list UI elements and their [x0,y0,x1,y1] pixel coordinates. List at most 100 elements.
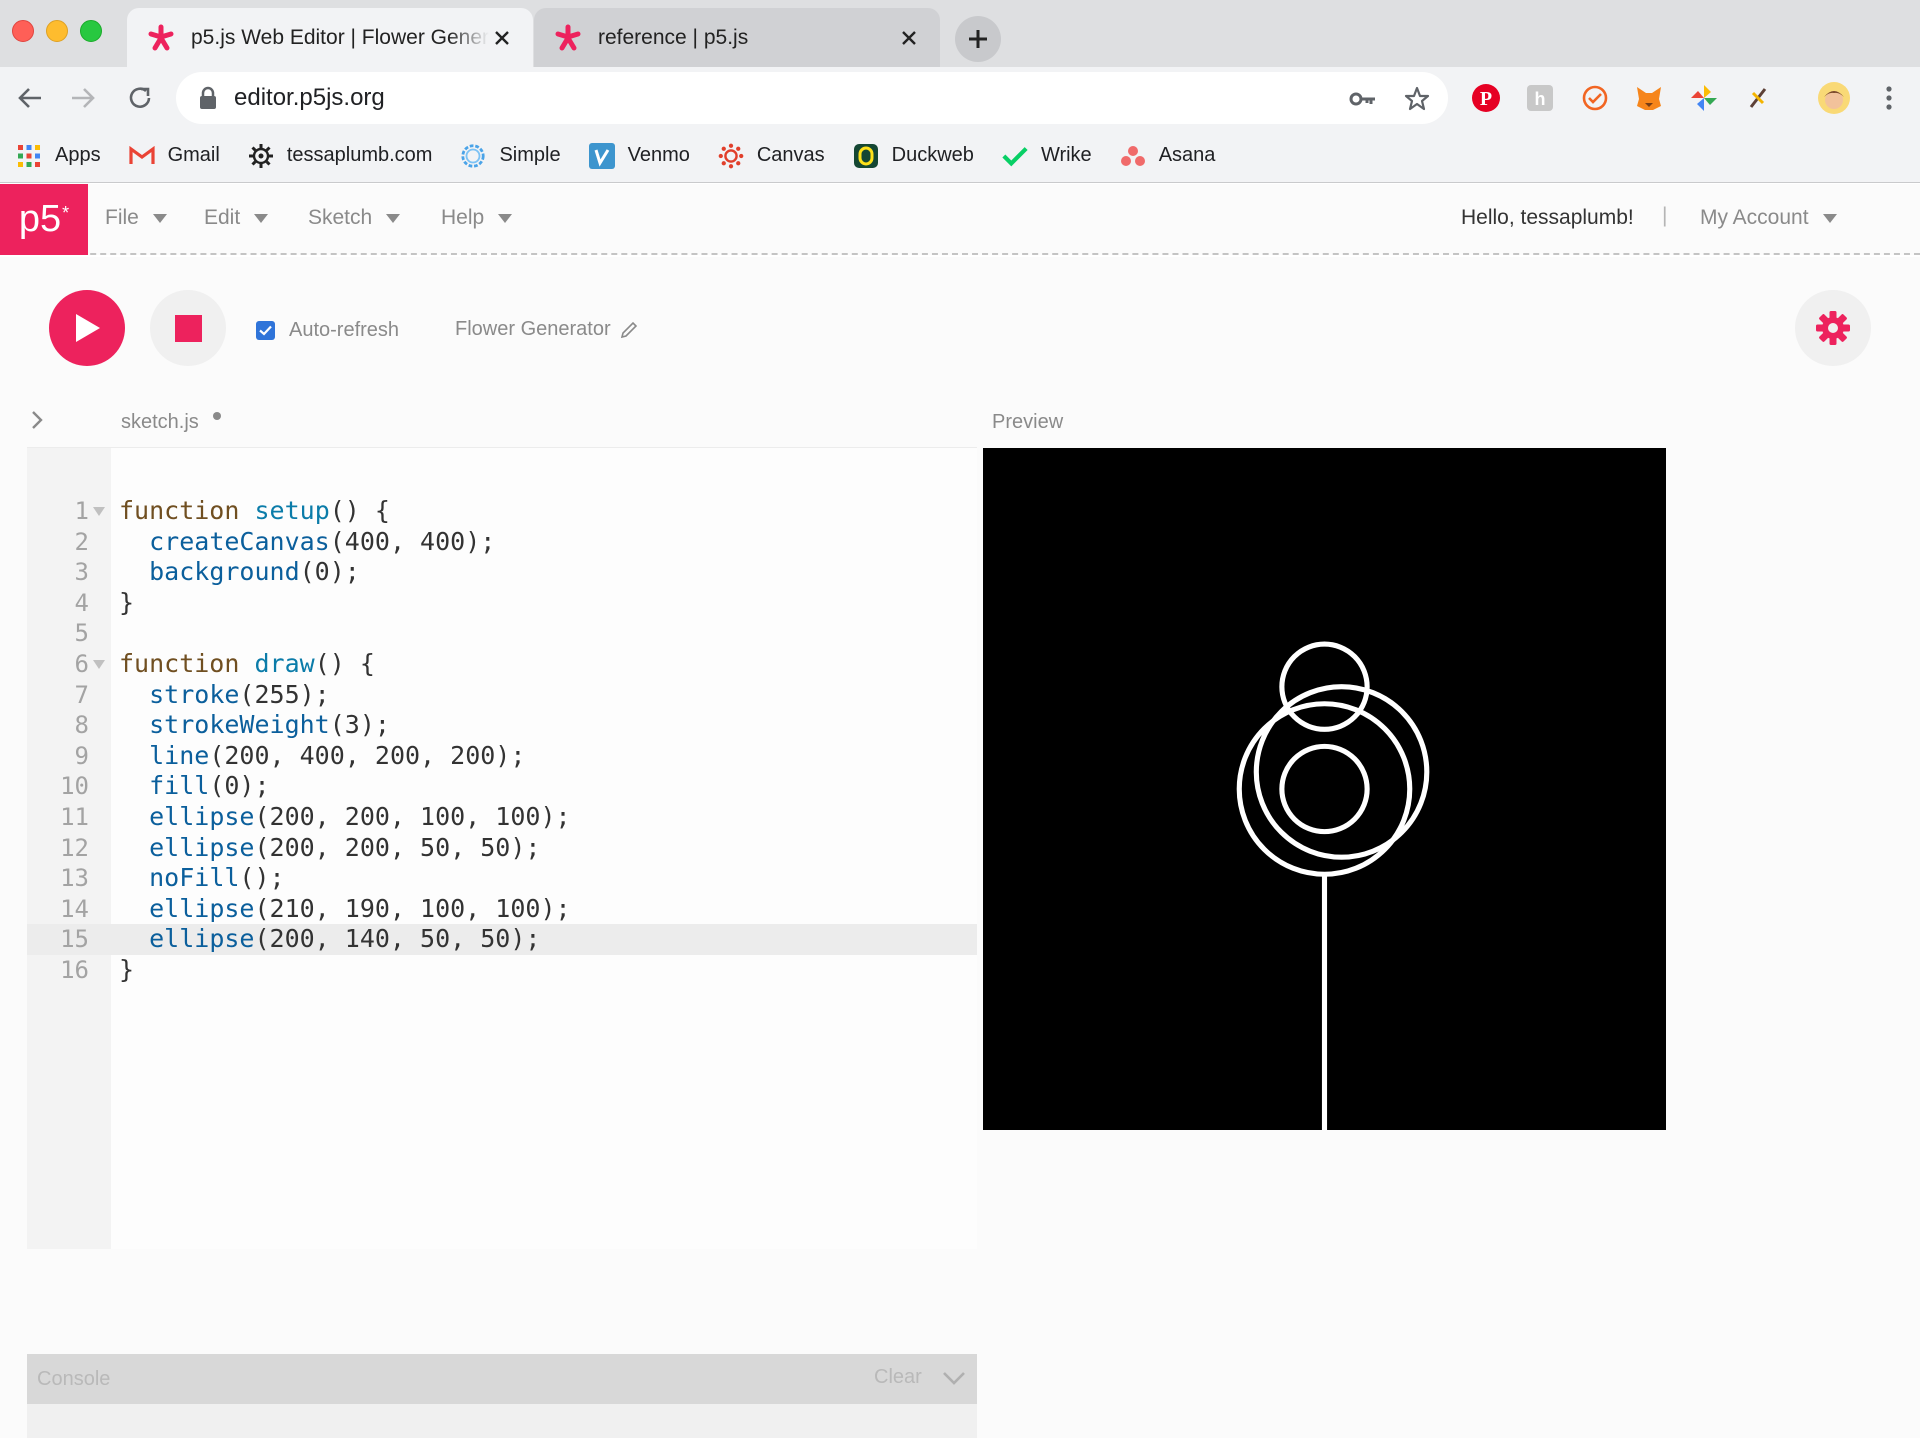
reload-button[interactable] [123,81,157,115]
p5-navbar: p5 * File Edit Sketch Help Hello, tessapl… [0,184,1920,255]
code-text: stroke(255); [149,679,330,709]
sketch-preview-canvas[interactable] [983,448,1666,1130]
stop-button[interactable] [150,290,226,366]
code-line[interactable]: 9 line(200, 400, 200, 200); [27,741,977,772]
code-text: } [119,954,135,984]
chevron-down-icon [386,213,401,223]
sketch-output [983,448,1666,1130]
auto-refresh-toggle[interactable]: Auto-refresh [256,319,399,342]
tab-close-icon[interactable] [896,25,922,51]
more-menu-icon[interactable] [1873,82,1905,114]
code-line[interactable]: 8 strokeWeight(3); [27,710,977,741]
code-line[interactable]: 4} [27,588,977,619]
window-minimize-button[interactable] [46,20,68,42]
browser-toolbar: editor.p5js.org P h [0,67,1920,129]
fold-arrow-icon[interactable] [93,659,105,669]
line-number: 11 [60,802,89,831]
bookmark-gmail[interactable]: Gmail [128,143,220,169]
bookmark-wrike[interactable]: Wrike [1002,143,1092,169]
p5-asterisk-icon [148,24,174,50]
menu-help[interactable]: Help [441,206,513,230]
chevron-down-icon[interactable] [941,1367,967,1389]
code-text: ellipse(200, 140, 50, 50); [149,924,541,954]
fold-arrow-icon[interactable] [93,507,105,516]
code-editor[interactable]: 1 function setup() {2 createCanvas(400, 4… [27,447,977,1249]
window-maximize-button[interactable] [80,20,102,42]
window-close-button[interactable] [12,20,34,42]
code-line[interactable]: 16} [27,955,977,986]
code-text: ellipse(200, 200, 100, 100); [149,801,571,831]
forward-button[interactable] [66,81,100,115]
gear-icon [248,143,274,169]
browser-tabstrip: p5.js Web Editor | Flower Generator refe… [0,0,1920,67]
menu-my-account[interactable]: My Account [1700,206,1837,230]
code-line[interactable]: 7 stroke(255); [27,680,977,711]
pinwheel-icon[interactable] [1688,82,1720,114]
code-line[interactable]: 15 ellipse(200, 140, 50, 50); [27,924,977,955]
address-bar[interactable]: editor.p5js.org [176,72,1448,124]
p5-logo[interactable]: p5 * [0,184,88,255]
code-line[interactable]: 13 noFill(); [27,863,977,894]
tab-close-icon[interactable] [489,25,515,51]
code-text: noFill(); [149,863,285,893]
menu-edit[interactable]: Edit [204,206,269,230]
pinterest-icon[interactable]: P [1470,82,1502,114]
tape-icon[interactable] [1742,82,1774,114]
flower-inner-circle [1279,743,1370,835]
profile-avatar-icon[interactable] [1817,81,1851,115]
new-tab-button[interactable] [955,16,1001,62]
code-line[interactable]: 2 createCanvas(400, 400); [27,527,977,558]
menu-label: Help [441,206,485,229]
checkmark-circle-icon[interactable] [1579,82,1611,114]
file-tab-sketch[interactable]: sketch.js [121,411,199,434]
bookmark-venmo[interactable]: Venmo [588,142,690,169]
preview-label: Preview [992,411,1064,433]
pencil-icon[interactable] [619,320,639,340]
star-icon[interactable] [1402,84,1432,114]
metamask-fox-icon[interactable] [1633,82,1665,114]
code-line[interactable]: 11 ellipse(200, 200, 100, 100); [27,802,977,833]
code-line[interactable]: 1 function setup() { [27,496,977,527]
p5-logo-asterisk: * [62,203,70,223]
bookmark-simple[interactable]: Simple [460,143,561,169]
menu-label: My Account [1700,206,1809,229]
settings-button[interactable] [1795,290,1871,366]
code-text: function draw() { [119,648,375,678]
key-icon[interactable] [1348,84,1378,114]
bookmark-canvas[interactable]: Canvas [718,143,825,169]
url-text: editor.p5js.org [234,84,385,111]
console-title: Console [37,1368,111,1390]
browser-tab-p5-editor[interactable]: p5.js Web Editor | Flower Generator [127,8,533,67]
arrow-left-icon [18,88,41,108]
back-button[interactable] [13,81,47,115]
bookmark-duckweb[interactable]: Duckweb [853,143,974,169]
auto-refresh-checkbox[interactable] [256,321,275,340]
editor-main: Auto-refresh Flower Generator sketch.js … [0,257,1920,1438]
code-line[interactable]: 12 ellipse(200, 200, 50, 50); [27,833,977,864]
user-greeting: Hello, tessaplumb! [1461,206,1634,229]
menu-file[interactable]: File [105,206,167,230]
project-name[interactable]: Flower Generator [455,318,639,341]
play-button[interactable] [49,290,125,366]
menu-sketch[interactable]: Sketch [308,206,401,230]
code-line[interactable]: 5 [27,618,977,649]
bookmark-label: Asana [1158,144,1216,166]
bookmark-asana[interactable]: Asana [1120,143,1216,169]
code-line[interactable]: 10 fill(0); [27,771,977,802]
console-clear-button[interactable]: Clear [874,1366,922,1389]
chevron-down-icon [498,213,513,223]
line-number: 2 [74,527,89,556]
line-number: 5 [74,619,89,648]
bookmark-tessaplumb[interactable]: tessaplumb.com [248,143,432,169]
lock-icon [200,86,216,109]
code-line[interactable]: 14 ellipse(210, 190, 100, 100); [27,894,977,925]
browser-tab-reference[interactable]: reference | p5.js [534,8,940,67]
honey-icon[interactable]: h [1524,82,1556,114]
arrow-right-icon [72,88,95,108]
sidebar-expand-icon[interactable] [26,409,48,431]
code-line[interactable]: 3 background(0); [27,557,977,588]
bookmark-apps[interactable]: Apps [16,143,101,169]
bookmarks-bar: Apps Gmail tessaplumb.com Simple Venmo C… [0,129,1920,183]
code-line[interactable]: 6 function draw() { [27,649,977,680]
line-number: 10 [60,772,89,801]
